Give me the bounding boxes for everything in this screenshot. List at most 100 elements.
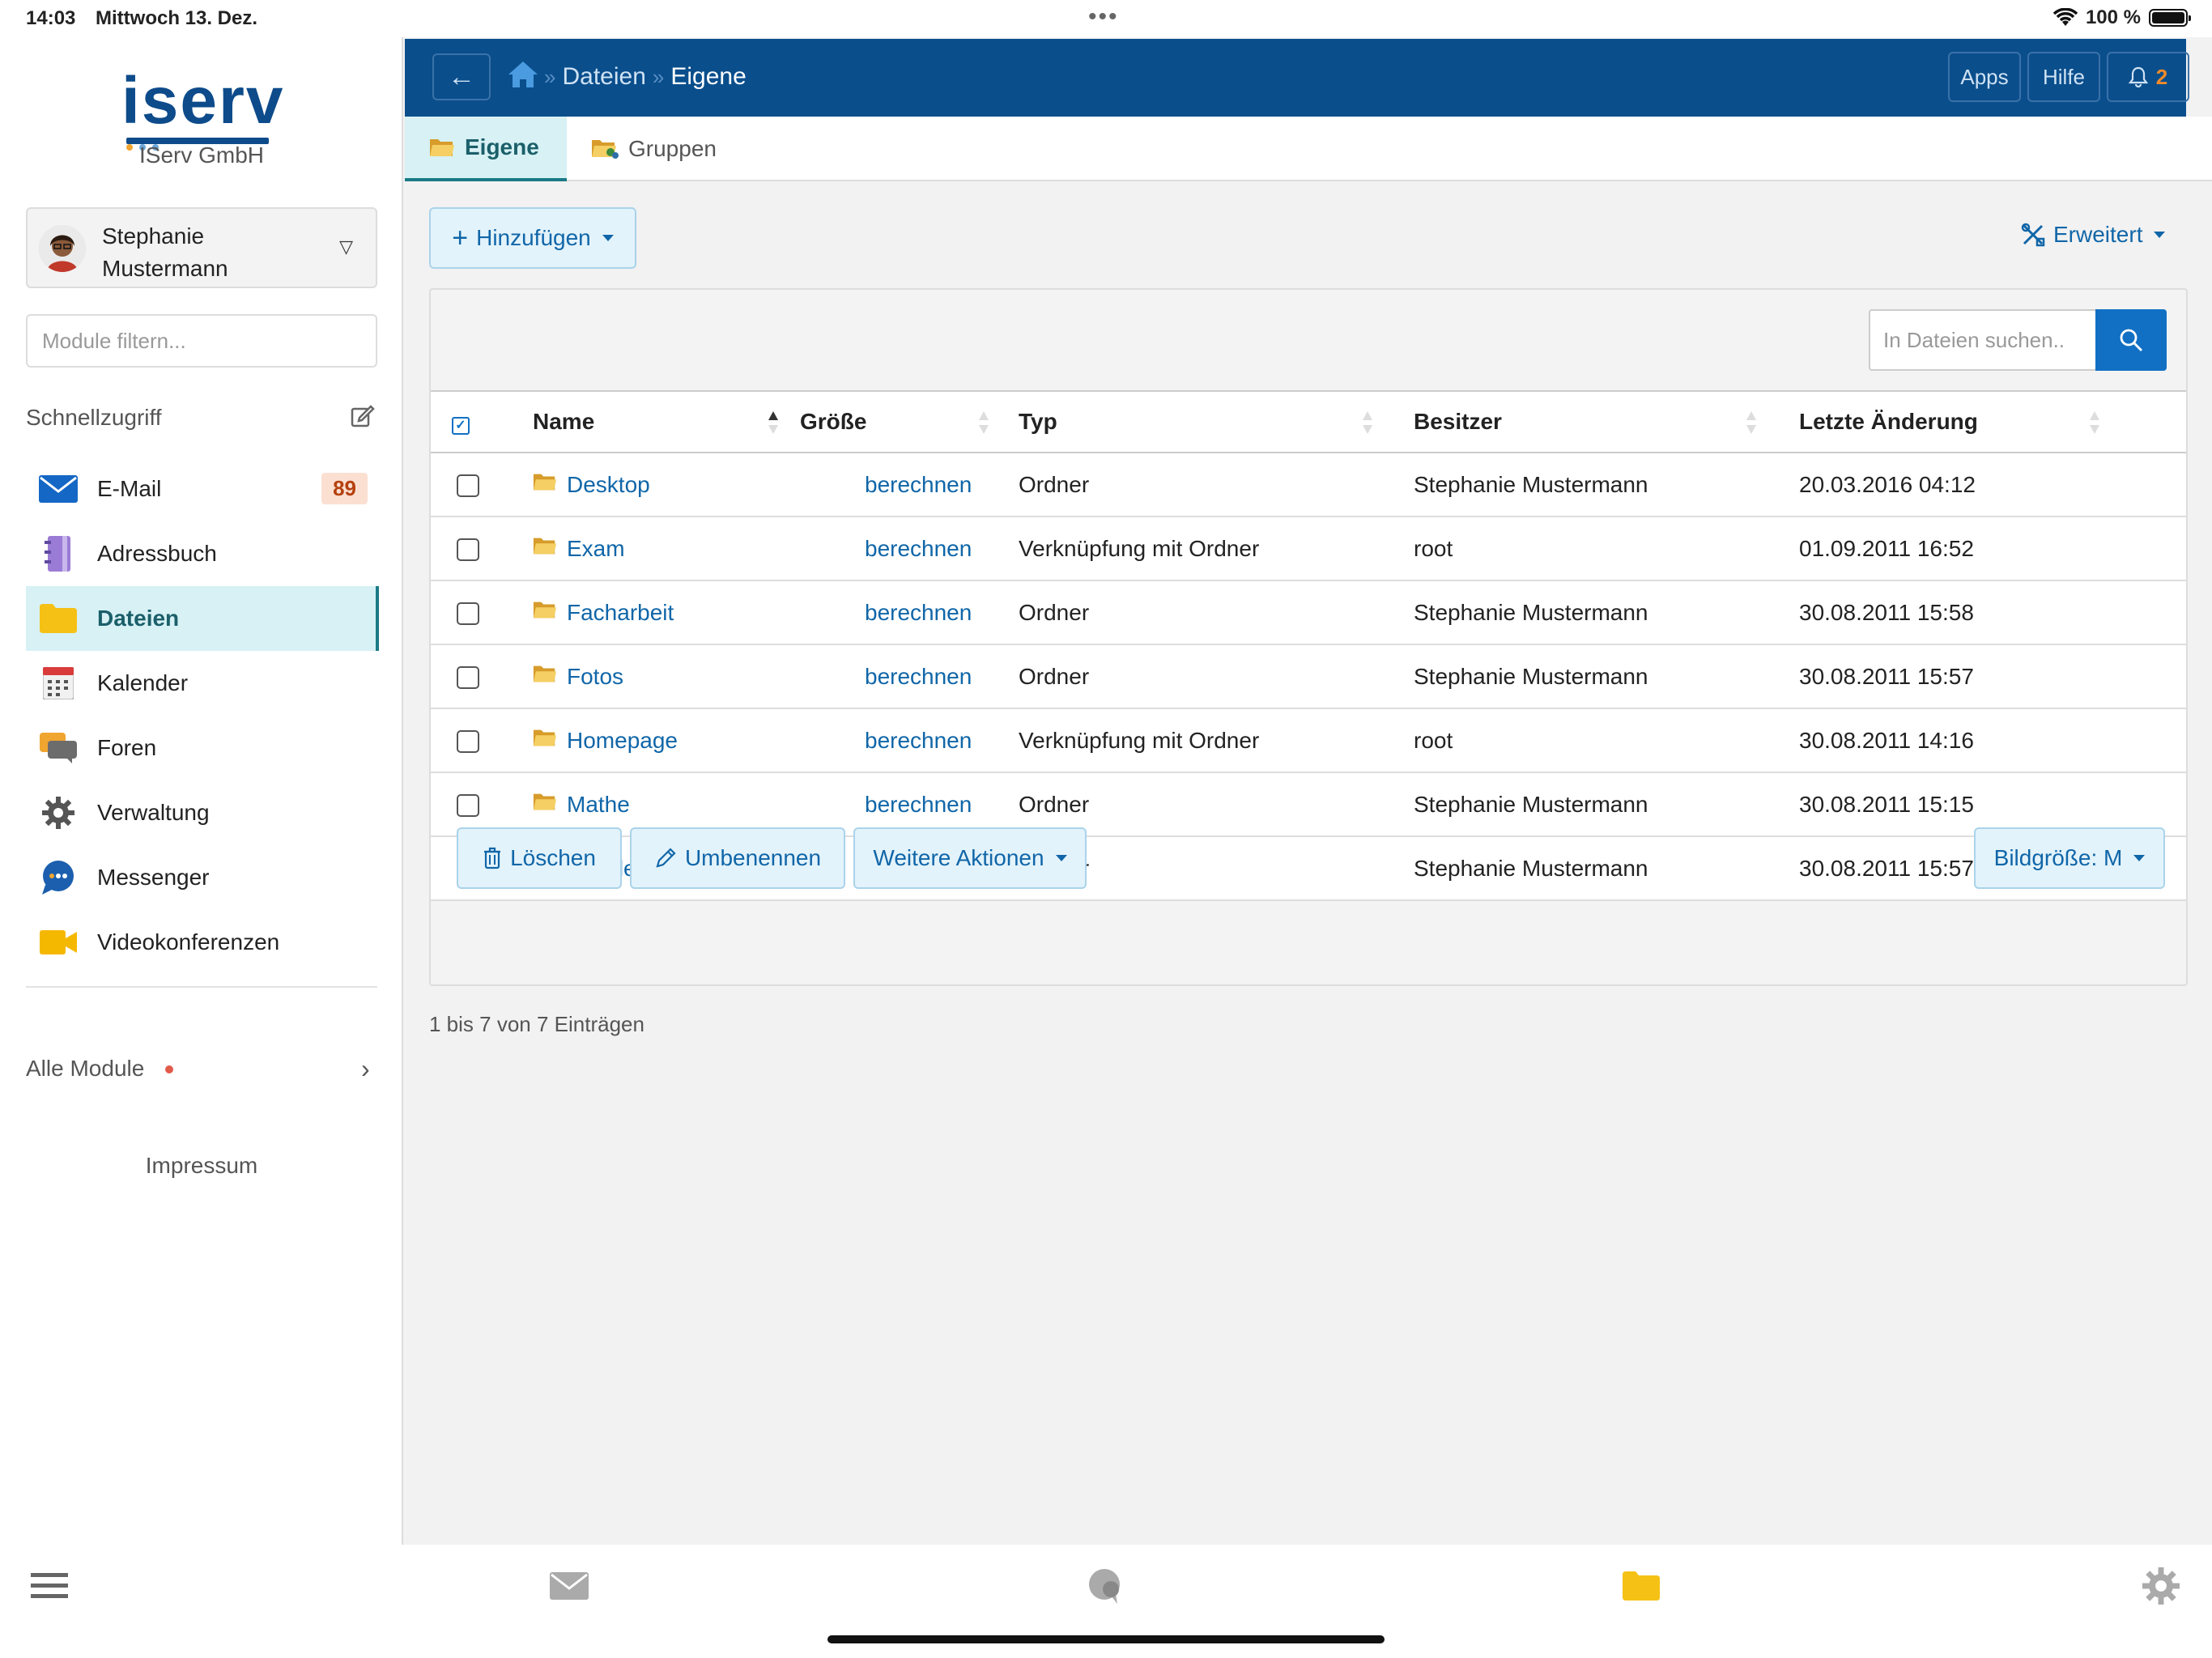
file-name-link[interactable]: Fotos <box>567 664 623 690</box>
bottom-tab-bar <box>0 1545 2212 1658</box>
pencil-icon <box>656 848 676 868</box>
column-header-size[interactable]: Größe <box>800 390 1019 453</box>
search-button[interactable] <box>2095 309 2167 371</box>
tab-own[interactable]: Eigene <box>405 117 567 181</box>
file-name-link[interactable]: Homepage <box>567 728 678 754</box>
table-row[interactable]: Exam berechnen Verknüpfung mit Ordner root 0… <box>431 517 2186 581</box>
chat-bubble-icon[interactable] <box>1085 1566 1125 1606</box>
row-checkbox[interactable] <box>457 538 479 562</box>
sidebar-divider <box>26 986 377 988</box>
chevron-right-icon[interactable]: › <box>361 1054 370 1084</box>
file-type: Ordner <box>1019 644 1414 709</box>
address-book-icon <box>39 536 78 572</box>
sidebar-item-address-book[interactable]: Adressbuch <box>26 521 379 586</box>
column-header-name[interactable]: Name <box>533 390 800 453</box>
sort-icon <box>2090 411 2099 434</box>
gear-icon[interactable] <box>2141 1566 2181 1606</box>
multitasking-dots-icon[interactable]: ••• <box>1088 3 1119 31</box>
row-checkbox[interactable] <box>457 666 479 690</box>
menu-icon[interactable] <box>29 1566 70 1606</box>
calculate-size-link[interactable]: berechnen <box>865 792 972 817</box>
top-navigation-bar: ← » Dateien » Eigene Apps Hilfe 2 <box>405 39 2189 117</box>
calculate-size-link[interactable]: berechnen <box>865 664 972 689</box>
file-type: Verknüpfung mit Ordner <box>1019 517 1414 581</box>
search-icon <box>2120 329 2142 351</box>
calculate-size-link[interactable]: berechnen <box>865 600 972 625</box>
sidebar-item-email[interactable]: E-Mail 89 <box>26 457 379 521</box>
breadcrumb-files[interactable]: Dateien <box>562 63 645 91</box>
apps-button[interactable]: Apps <box>1948 52 2021 102</box>
row-checkbox[interactable] <box>457 730 479 754</box>
calculate-size-link[interactable]: berechnen <box>865 472 972 497</box>
file-name-link[interactable]: Exam <box>567 536 625 562</box>
battery-icon <box>2149 9 2191 27</box>
home-icon[interactable] <box>507 60 539 89</box>
row-checkbox[interactable] <box>457 794 479 818</box>
table-header-row: ✓ Name Größe Typ Besitzer Letzte Änderun… <box>431 390 2186 453</box>
advanced-toggle[interactable]: Erweitert <box>2021 222 2166 248</box>
tab-bar: Eigene Gruppen <box>405 117 2212 181</box>
battery-percent: 100 % <box>2085 6 2141 28</box>
folder-icon <box>533 535 557 562</box>
video-camera-icon <box>39 925 78 960</box>
calculate-size-link[interactable]: berechnen <box>865 728 972 753</box>
table-row[interactable]: Fotos berechnen Ordner Stephanie Mustermann… <box>431 644 2186 709</box>
calculate-size-link[interactable]: berechnen <box>865 536 972 561</box>
image-size-button[interactable]: Bildgröße: M <box>1974 827 2165 889</box>
impressum-link[interactable]: Impressum <box>0 1153 403 1179</box>
notifications-button[interactable]: 2 <box>2107 52 2189 102</box>
row-checkbox[interactable] <box>457 474 479 498</box>
mail-icon[interactable] <box>549 1566 589 1606</box>
bell-icon <box>2128 66 2148 87</box>
all-modules-link[interactable]: Alle Module <box>26 1056 144 1082</box>
status-date: Mittwoch 13. Dez. <box>96 7 258 29</box>
tab-groups[interactable]: Gruppen <box>567 117 729 181</box>
user-menu[interactable]: Stephanie Mustermann ▽ <box>26 207 377 288</box>
module-filter-input[interactable] <box>26 314 377 368</box>
sidebar-item-calendar[interactable]: Kalender <box>26 651 379 716</box>
column-header-type[interactable]: Typ <box>1019 390 1414 453</box>
file-name-link[interactable]: Mathe <box>567 792 630 818</box>
folder-icon <box>533 599 557 626</box>
column-header-owner[interactable]: Besitzer <box>1414 390 1799 453</box>
file-name-link[interactable]: Desktop <box>567 472 650 498</box>
home-indicator[interactable] <box>827 1635 1385 1643</box>
sort-icon <box>979 411 989 434</box>
sidebar-item-video-conferences[interactable]: Videokonferenzen <box>26 910 379 975</box>
help-button[interactable]: Hilfe <box>2027 52 2100 102</box>
file-type: Ordner <box>1019 580 1414 645</box>
file-owner: Stephanie Mustermann <box>1414 644 1799 709</box>
table-row[interactable]: Desktop berechnen Ordner Stephanie Musterma… <box>431 453 2186 517</box>
iserv-logo[interactable]: iserv <box>121 68 283 151</box>
more-actions-button[interactable]: Weitere Aktionen <box>853 827 1087 889</box>
file-name-link[interactable]: Facharbeit <box>567 600 674 626</box>
trash-icon <box>484 847 501 869</box>
quick-access-title: Schnellzugriff <box>26 405 162 430</box>
add-button[interactable]: + Hinzufügen <box>429 207 636 269</box>
folder-icon <box>533 663 557 690</box>
delete-button[interactable]: Löschen <box>457 827 622 889</box>
sidebar-item-administration[interactable]: Verwaltung <box>26 780 379 845</box>
table-row[interactable]: Facharbeit berechnen Ordner Stephanie Muste… <box>431 580 2186 645</box>
file-owner: root <box>1414 708 1799 773</box>
back-button[interactable]: ← <box>432 53 491 100</box>
edit-icon[interactable] <box>350 403 376 429</box>
rename-button[interactable]: Umbenennen <box>630 827 845 889</box>
arrow-left-icon: ← <box>448 61 475 92</box>
row-checkbox[interactable] <box>457 602 479 626</box>
wifi-icon <box>2052 8 2078 26</box>
sidebar-item-forums[interactable]: Foren <box>26 716 379 780</box>
select-all-checkbox[interactable]: ✓ <box>452 417 470 435</box>
file-search-input[interactable] <box>1869 309 2095 371</box>
table-actions-bar: Löschen Umbenennen Weitere Aktionen Bild… <box>431 814 2186 902</box>
sort-icon <box>1363 411 1372 434</box>
calendar-icon <box>39 665 78 701</box>
column-header-modified[interactable]: Letzte Änderung <box>1799 390 2186 453</box>
file-modified: 30.08.2011 15:57 <box>1799 644 2186 709</box>
sidebar-item-messenger[interactable]: Messenger <box>26 845 379 910</box>
table-row[interactable]: Homepage berechnen Verknüpfung mit Ordner r… <box>431 708 2186 773</box>
breadcrumb-own: Eigene <box>670 63 747 90</box>
sidebar-item-files[interactable]: Dateien <box>26 586 379 651</box>
caret-down-icon[interactable]: ▽ <box>339 236 353 257</box>
folder-icon[interactable] <box>1621 1566 1661 1606</box>
